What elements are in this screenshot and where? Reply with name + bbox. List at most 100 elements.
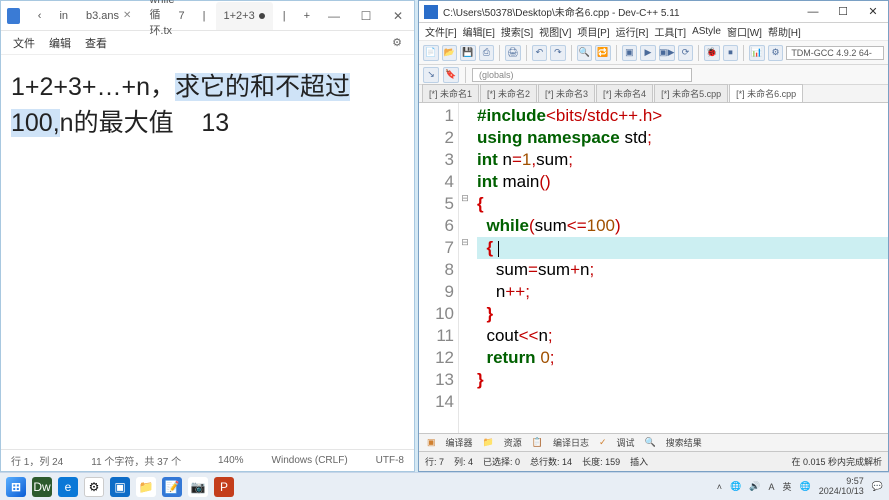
menu-edit[interactable]: 编辑: [49, 35, 71, 51]
stop-icon[interactable]: ⏹: [723, 45, 739, 61]
notepad-tab-in[interactable]: in: [51, 2, 76, 30]
fold-column: ⊟ ⊟: [459, 103, 471, 433]
start-button[interactable]: ⊞: [6, 477, 26, 497]
menu-edit[interactable]: 编辑[E]: [461, 24, 497, 39]
code-area[interactable]: #include<bits/stdc++.h> using namespace …: [471, 103, 888, 433]
taskbar-app-edge[interactable]: e: [58, 477, 78, 497]
bookmark-icon[interactable]: 🔖: [443, 67, 459, 83]
notepad-editor[interactable]: 1+2+3+…+n，求它的和不超过 100,n的最大值 13: [1, 55, 414, 449]
rebuild-icon[interactable]: ⟳: [678, 45, 694, 61]
line-number: 6: [419, 215, 454, 237]
status-length: 长度: 159: [582, 455, 620, 468]
close-button[interactable]: ✕: [382, 2, 414, 30]
new-file-icon[interactable]: 📄: [423, 45, 439, 61]
run-icon[interactable]: ▶: [640, 45, 656, 61]
code-line-8: sum=sum+n;: [477, 259, 888, 281]
code-line-10: }: [477, 303, 888, 325]
tray-overflow-icon[interactable]: ˄: [717, 482, 722, 492]
tray-notifications-icon[interactable]: 💬: [872, 481, 883, 492]
replace-icon[interactable]: 🔁: [595, 45, 611, 61]
save-all-icon[interactable]: ⎙: [479, 45, 495, 61]
menu-help[interactable]: 帮助[H]: [766, 24, 803, 39]
text-caret: [498, 241, 499, 257]
save-icon[interactable]: 💾: [460, 45, 476, 61]
minimize-button[interactable]: —: [798, 1, 828, 23]
maximize-button[interactable]: ☐: [350, 2, 382, 30]
taskbar-app-dreamweaver[interactable]: Dw: [32, 477, 52, 497]
notepad-nav-back[interactable]: ‹: [30, 2, 50, 30]
globals-selector[interactable]: (globals): [472, 68, 692, 82]
taskbar-app-devcpp[interactable]: ▣: [110, 477, 130, 497]
close-button[interactable]: ✕: [858, 1, 888, 23]
text: n的最大值: [60, 109, 174, 137]
tab-compiler[interactable]: 编译器: [442, 435, 477, 450]
editor-tab-4[interactable]: [*] 未命名4: [596, 84, 653, 102]
tray-ime-icon[interactable]: 🌐: [800, 481, 811, 492]
editor-tab-3[interactable]: [*] 未命名3: [538, 84, 595, 102]
close-icon[interactable]: ✕: [123, 10, 131, 21]
gear-icon[interactable]: ⚙: [392, 36, 402, 49]
notepad-menubar: 文件 编辑 查看 ⚙: [1, 31, 414, 55]
notepad-tab-b3ans[interactable]: b3.ans✕: [78, 2, 139, 30]
minimize-button[interactable]: —: [318, 2, 350, 30]
tray-clock[interactable]: 9:57 2024/10/13: [819, 477, 864, 497]
debug-icon[interactable]: 🐞: [704, 45, 720, 61]
devcpp-statusbar: 行: 7 列: 4 已选择: 0 总行数: 14 长度: 159 插入 在 0.…: [419, 451, 888, 471]
status-encoding[interactable]: UTF-8: [376, 455, 404, 466]
line-number-gutter: 1 2 3 4 5 6 7 8 9 10 11 12 13 14: [419, 103, 459, 433]
goto-icon[interactable]: ↘: [423, 67, 439, 83]
tab-search-results[interactable]: 搜索结果: [662, 435, 706, 450]
notepad-tab-while[interactable]: while循环.tx 7: [141, 2, 192, 30]
line-number: 7: [419, 237, 454, 259]
tab-debug[interactable]: 调试: [613, 435, 639, 450]
menu-search[interactable]: 搜索[S]: [499, 24, 535, 39]
fold-icon[interactable]: ⊟: [459, 237, 471, 259]
taskbar-app-icon[interactable]: 📷: [188, 477, 208, 497]
notepad-new-tab-button[interactable]: +: [296, 2, 318, 30]
options-icon[interactable]: ⚙: [768, 45, 784, 61]
notepad-tab-active[interactable]: 1+2+3: [216, 2, 273, 30]
editor-tab-6[interactable]: [*] 未命名6.cpp: [729, 84, 803, 102]
open-file-icon[interactable]: 📂: [442, 45, 458, 61]
windows-taskbar: ⊞ Dw e ⚙ ▣ 📁 📝 📷 P ˄ 🌐 🔊 A 英 🌐 9:57 2024…: [0, 472, 889, 500]
menu-tools[interactable]: 工具[T]: [652, 24, 688, 39]
menu-run[interactable]: 运行[R]: [614, 24, 651, 39]
fold-icon[interactable]: ⊟: [459, 193, 471, 215]
find-icon[interactable]: 🔍: [577, 45, 593, 61]
menu-view[interactable]: 查看: [85, 35, 107, 51]
devcpp-editor[interactable]: 1 2 3 4 5 6 7 8 9 10 11 12 13 14 ⊟ ⊟ #in…: [419, 103, 888, 433]
menu-window[interactable]: 窗口[W]: [725, 24, 764, 39]
menu-view[interactable]: 视图[V]: [537, 24, 573, 39]
text-line-2: 100,n的最大值 13: [11, 105, 404, 141]
tray-network-icon[interactable]: 🌐: [730, 481, 741, 492]
maximize-button[interactable]: ☐: [828, 1, 858, 23]
tray-ime-mode[interactable]: A: [768, 482, 774, 492]
compile-run-icon[interactable]: ▣▶: [659, 45, 675, 61]
compile-icon[interactable]: ▣: [622, 45, 638, 61]
notepad-tab-separator: |: [275, 2, 294, 30]
redo-icon[interactable]: ↷: [550, 45, 566, 61]
profile-icon[interactable]: 📊: [749, 45, 765, 61]
menu-file[interactable]: 文件: [13, 35, 35, 51]
editor-tab-5[interactable]: [*] 未命名5.cpp: [654, 84, 728, 102]
taskbar-app-notepad[interactable]: 📝: [162, 477, 182, 497]
status-lineend[interactable]: Windows (CRLF): [272, 455, 348, 466]
menu-project[interactable]: 项目[P]: [575, 24, 611, 39]
taskbar-app-explorer[interactable]: 📁: [136, 477, 156, 497]
taskbar-app-icon[interactable]: ⚙: [84, 477, 104, 497]
menu-astyle[interactable]: AStyle: [690, 26, 723, 37]
tab-compile-log[interactable]: 编译日志: [549, 435, 593, 450]
line-number: 4: [419, 171, 454, 193]
compiler-selector[interactable]: TDM-GCC 4.9.2 64-: [786, 46, 884, 60]
tray-volume-icon[interactable]: 🔊: [749, 481, 760, 492]
taskbar-app-powerpoint[interactable]: P: [214, 477, 234, 497]
editor-tab-2[interactable]: [*] 未命名2: [480, 84, 537, 102]
tray-ime-lang[interactable]: 英: [783, 480, 792, 493]
print-icon[interactable]: 🖨: [505, 45, 521, 61]
editor-tab-1[interactable]: [*] 未命名1: [422, 84, 479, 102]
tab-resource[interactable]: 资源: [500, 435, 526, 450]
code-line-12: return 0;: [477, 347, 888, 369]
undo-icon[interactable]: ↶: [532, 45, 548, 61]
status-zoom[interactable]: 140%: [218, 455, 244, 466]
menu-file[interactable]: 文件[F]: [423, 24, 459, 39]
